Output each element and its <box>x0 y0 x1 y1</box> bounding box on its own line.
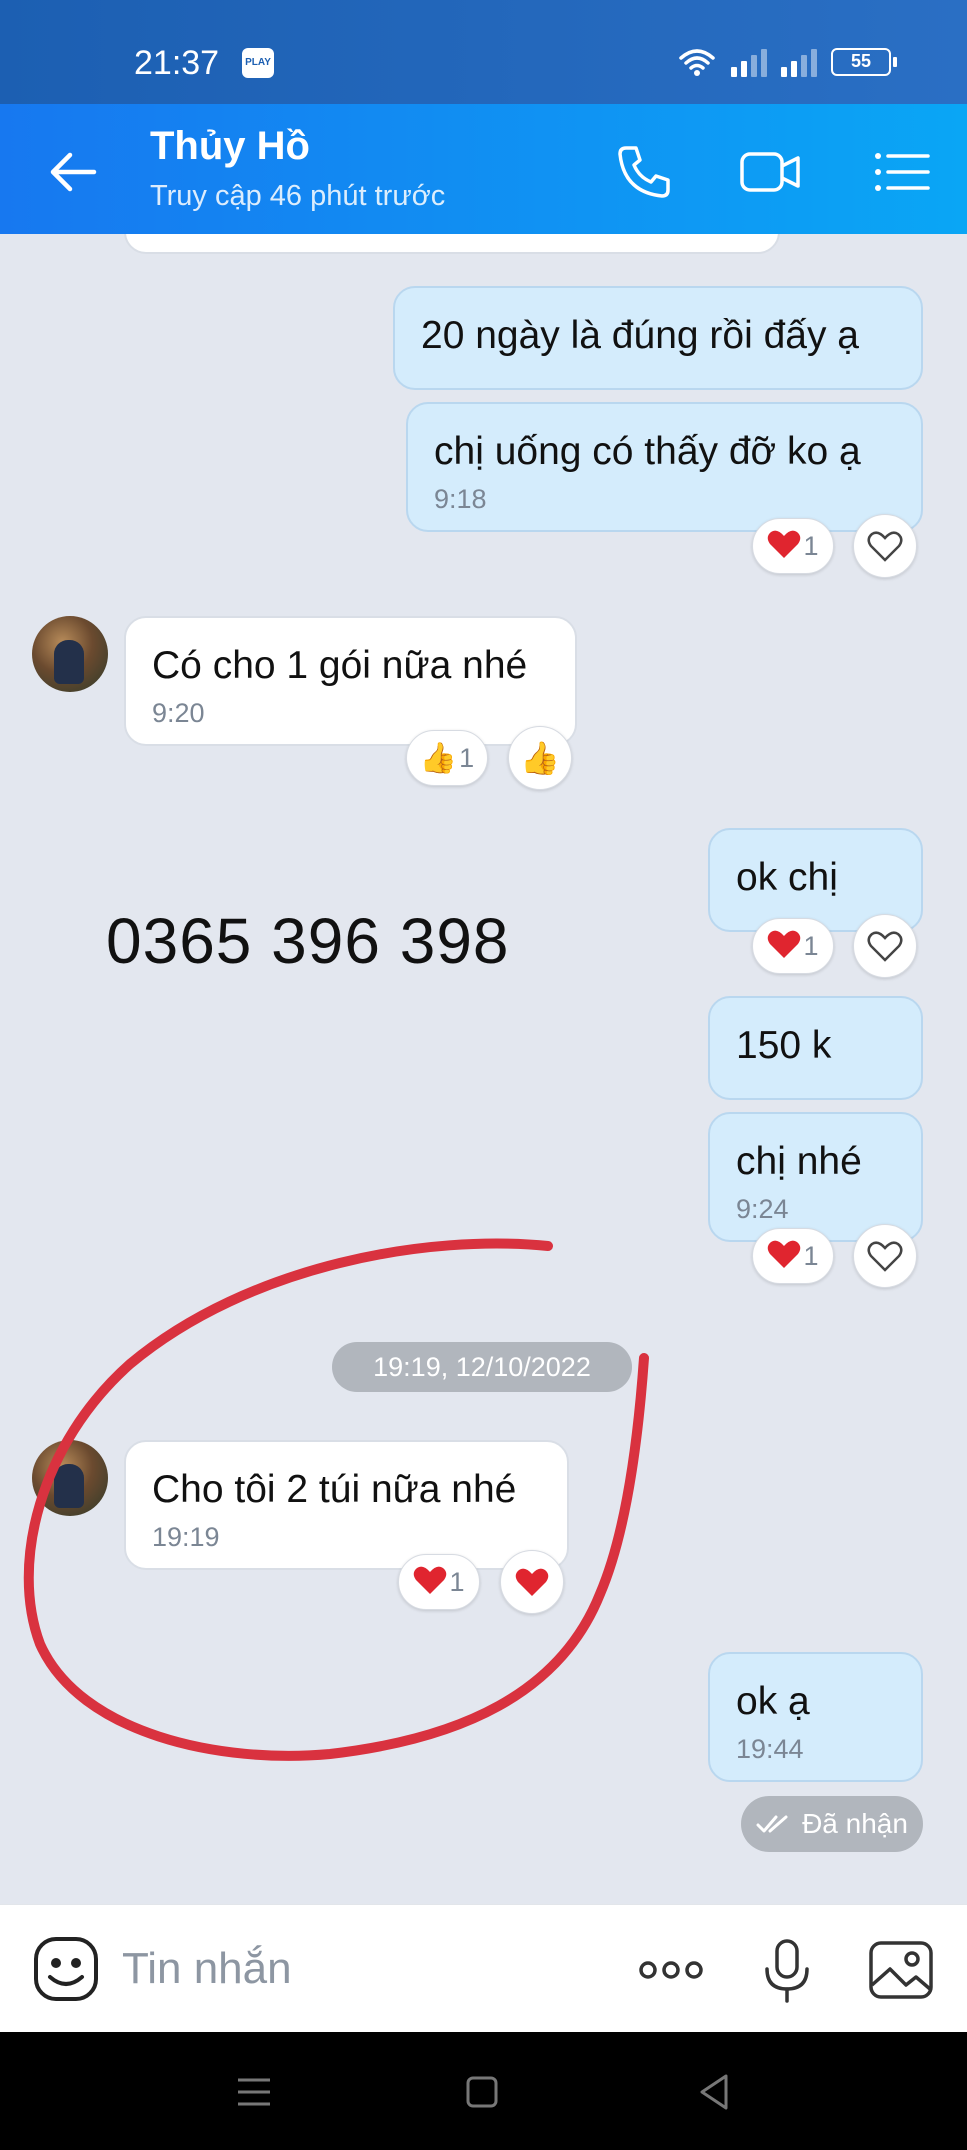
wifi-icon <box>679 49 715 76</box>
back-arrow-icon[interactable] <box>44 142 104 202</box>
play-badge-icon: PLAY <box>242 48 274 78</box>
delivery-status: Đã nhận <box>741 1796 923 1852</box>
date-separator: 19:19, 12/10/2022 <box>332 1342 632 1392</box>
message-text: ok ạ <box>736 1680 810 1723</box>
add-reaction-button[interactable] <box>853 914 917 978</box>
message-bubble[interactable]: Có cho 1 gói nữa nhé 9:20 <box>124 616 577 746</box>
message-text: 20 ngày là đúng rồi đấy ạ <box>421 314 859 357</box>
reaction-count: 1 <box>449 1566 465 1597</box>
more-dots-icon[interactable] <box>636 1935 706 2005</box>
message-time: 9:20 <box>152 698 205 728</box>
message-bubble[interactable]: 150 k <box>708 996 923 1100</box>
heart-outline-icon <box>867 531 903 562</box>
add-reaction-button[interactable]: 👍 <box>508 726 572 790</box>
message-time: 19:19 <box>152 1522 220 1552</box>
status-icons: 55 <box>677 46 897 78</box>
video-call-icon[interactable] <box>738 140 802 204</box>
delivery-status-label: Đã nhận <box>802 1808 908 1839</box>
message-time: 9:24 <box>736 1194 789 1224</box>
recent-apps-icon[interactable] <box>232 2070 276 2114</box>
reaction-count: 1 <box>803 530 819 561</box>
reaction-summary[interactable]: 1 <box>752 1228 834 1284</box>
message-bubble[interactable]: chị nhé 9:24 <box>708 1112 923 1242</box>
heart-reaction-icon <box>767 929 801 964</box>
thumbs-up-reaction-icon: 👍 <box>419 741 458 775</box>
home-icon[interactable] <box>460 2070 504 2114</box>
heart-outline-icon <box>867 931 903 962</box>
back-nav-icon[interactable] <box>692 2070 736 2114</box>
message-text: Có cho 1 gói nữa nhé <box>152 644 528 687</box>
message-text: Cho tôi 2 túi nữa nhé <box>152 1468 517 1511</box>
phone-icon[interactable] <box>612 140 676 204</box>
chat-header: Thủy Hồ Truy cập 46 phút trước <box>0 104 967 234</box>
contact-avatar[interactable] <box>32 1440 108 1516</box>
message-text: 150 k <box>736 1024 832 1067</box>
status-bar: 21:37 PLAY 55 <box>0 0 967 104</box>
message-bubble[interactable]: 20 ngày là đúng rồi đấy ạ <box>393 286 923 390</box>
message-list[interactable]: 20 ngày là đúng rồi đấy ạ chị uống có th… <box>0 234 967 1904</box>
reaction-count: 1 <box>803 1240 819 1271</box>
signal-icon <box>731 47 767 77</box>
reaction-summary[interactable]: 1 <box>752 918 834 974</box>
message-bubble-partial[interactable] <box>124 234 780 254</box>
add-reaction-button[interactable] <box>853 1224 917 1288</box>
contact-name[interactable]: Thủy Hồ <box>150 124 310 169</box>
message-input[interactable] <box>122 1935 602 2003</box>
message-text: chị nhé <box>736 1140 862 1183</box>
add-reaction-button[interactable] <box>500 1550 564 1614</box>
message-bubble[interactable]: ok ạ 19:44 <box>708 1652 923 1782</box>
microphone-icon[interactable] <box>752 1935 822 2005</box>
contact-avatar[interactable] <box>32 616 108 692</box>
reaction-count: 1 <box>803 930 819 961</box>
message-text: ok chị <box>736 856 838 899</box>
contact-last-seen: Truy cập 46 phút trước <box>150 180 446 212</box>
heart-reaction-icon <box>767 529 801 564</box>
reaction-summary[interactable]: 👍 1 <box>406 730 488 786</box>
message-time: 19:44 <box>736 1734 804 1764</box>
message-time: 9:18 <box>434 484 487 514</box>
menu-list-icon[interactable] <box>870 140 934 204</box>
heart-icon <box>515 1568 549 1596</box>
signal-icon <box>781 47 817 77</box>
thumbs-up-icon: 👍 <box>520 740 560 776</box>
emoji-icon[interactable] <box>32 1935 100 2003</box>
overlay-phone-number: 0365 396 398 <box>106 905 510 977</box>
message-input-bar <box>0 1904 967 2032</box>
heart-reaction-icon <box>413 1565 447 1600</box>
heart-outline-icon <box>867 1241 903 1272</box>
message-text: chị uống có thấy đỡ ko ạ <box>434 430 861 473</box>
clock-time: 21:37 <box>134 44 220 82</box>
heart-reaction-icon <box>767 1239 801 1274</box>
image-icon[interactable] <box>866 1935 936 2005</box>
message-bubble[interactable]: Cho tôi 2 túi nữa nhé 19:19 <box>124 1440 569 1570</box>
battery-icon: 55 <box>831 48 897 76</box>
reaction-summary[interactable]: 1 <box>398 1554 480 1610</box>
message-bubble[interactable]: chị uống có thấy đỡ ko ạ 9:18 <box>406 402 923 532</box>
system-navigation-bar <box>0 2032 967 2150</box>
reaction-summary[interactable]: 1 <box>752 518 834 574</box>
add-reaction-button[interactable] <box>853 514 917 578</box>
double-check-icon <box>756 1815 788 1833</box>
reaction-count: 1 <box>459 742 475 773</box>
